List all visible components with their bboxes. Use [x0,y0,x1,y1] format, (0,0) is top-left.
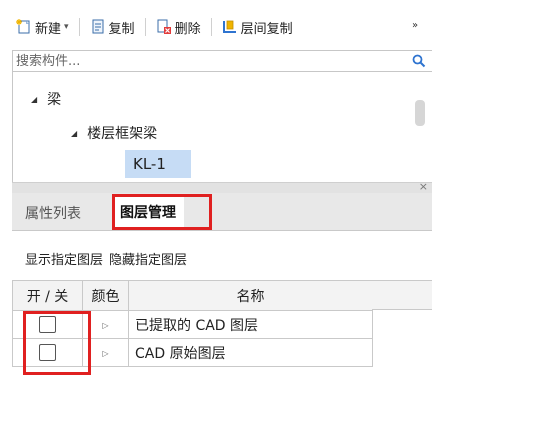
component-tree: ◢ 梁 ◢ 楼层框架梁 KL-1 [12,72,432,182]
toolbar: 新建 ▾ 复制 删除 层间复制 » [0,8,432,46]
tree-node-floor-frame-beam[interactable]: ◢ 楼层框架梁 [71,122,157,144]
color-cell: ▷ [82,310,129,339]
expand-arrow-icon[interactable]: ▷ [102,321,108,330]
floor-copy-button-label: 层间复制 [240,21,293,37]
layer-toggle-checkbox[interactable] [39,316,56,333]
copy-button-label: 复制 [108,21,135,37]
toggle-cell [12,310,83,339]
table-row[interactable]: ▷ 已提取的 CAD 图层 [12,310,373,339]
chevron-down-icon: ▾ [64,22,69,32]
tree-collapse-icon[interactable]: ◢ [71,129,77,138]
search-icon[interactable] [412,54,426,68]
delete-icon [157,19,171,34]
floor-copy-icon [222,20,236,33]
tree-node-label: 楼层框架梁 [87,126,158,142]
table-header-row: 开 / 关 颜色 名称 [12,280,373,311]
tree-node-kl-1[interactable]: KL-1 [125,150,191,178]
show-selected-layers-button[interactable]: 显示指定图层 [25,249,103,268]
tree-node-label: KL-1 [133,155,166,173]
layer-panel: 新建 ▾ 复制 删除 层间复制 » 搜索构件... ◢ 梁 ◢ 楼层框架梁 KL… [0,0,432,380]
layer-toggle-checkbox[interactable] [39,344,56,361]
floor-copy-button[interactable]: 层间复制 [222,14,293,40]
delete-button-label: 删除 [174,21,201,37]
tree-node-label: 梁 [47,92,62,108]
toolbar-divider [78,18,80,36]
column-header-color[interactable]: 颜色 [82,280,129,311]
tab-properties[interactable]: 属性列表 [25,203,81,223]
copy-icon [92,19,104,34]
search-input[interactable] [13,51,403,71]
layer-name: CAD 原始图层 [128,338,373,367]
search-box [12,50,432,72]
new-button-label: 新建 [35,21,62,37]
toolbar-divider [210,18,212,36]
tab-layer-management[interactable]: 图层管理 [112,196,184,228]
new-button[interactable]: 新建 ▾ [16,14,69,40]
delete-button[interactable]: 删除 [156,14,201,40]
layer-table: 开 / 关 颜色 名称 ▷ 已提取的 CAD 图层 ▷ CAD 原始图层 [12,280,373,367]
column-header-name[interactable]: 名称 [128,280,373,311]
layer-name: 已提取的 CAD 图层 [128,310,373,339]
toolbar-divider [144,18,146,36]
toggle-cell [12,338,83,367]
toolbar-overflow-icon[interactable]: » [412,20,418,31]
tree-node-beam[interactable]: ◢ 梁 [31,88,61,110]
expand-arrow-icon[interactable]: ▷ [102,349,108,358]
table-header-filler [372,280,432,310]
cut-off-title-strip [0,0,432,8]
column-header-toggle[interactable]: 开 / 关 [12,280,83,311]
new-document-icon [16,19,30,34]
table-row[interactable]: ▷ CAD 原始图层 [12,338,373,367]
close-icon[interactable]: × [419,180,428,193]
layer-actions: 显示指定图层 隐藏指定图层 [12,232,432,278]
tree-scrollbar-thumb[interactable] [415,100,425,126]
panel-splitter[interactable]: × [12,180,432,193]
tab-bar: 属性列表 图层管理 [12,193,432,231]
hide-selected-layers-button[interactable]: 隐藏指定图层 [109,249,187,268]
copy-button[interactable]: 复制 [90,14,135,40]
tree-collapse-icon[interactable]: ◢ [31,95,37,104]
color-cell: ▷ [82,338,129,367]
